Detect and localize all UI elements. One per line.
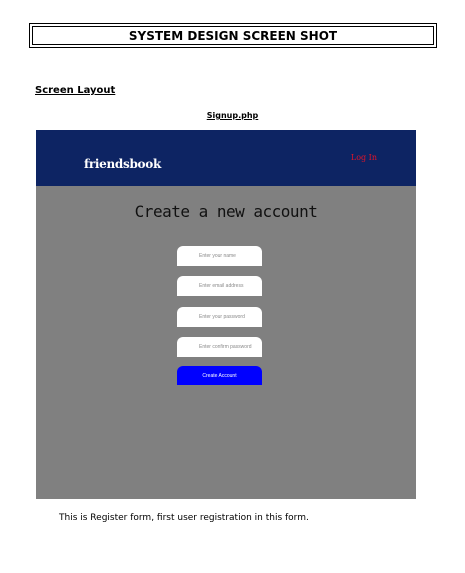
section-heading: Screen Layout xyxy=(35,85,116,96)
file-label: Signup.php xyxy=(206,111,259,120)
name-input[interactable] xyxy=(177,246,262,266)
login-link[interactable]: Log In xyxy=(351,153,377,162)
create-account-button[interactable]: Create Account xyxy=(177,366,262,385)
document-title-box: SYSTEM DESIGN SCREEN SHOT xyxy=(29,23,437,48)
confirm-password-input[interactable] xyxy=(177,337,262,357)
signup-screenshot: friendsbook Log In Create a new account … xyxy=(36,130,416,499)
form-heading: Create a new account xyxy=(134,202,318,221)
figure-caption: This is Register form, first user regist… xyxy=(59,513,309,523)
navbar: friendsbook Log In xyxy=(36,130,416,186)
document-title: SYSTEM DESIGN SCREEN SHOT xyxy=(32,26,434,45)
email-input[interactable] xyxy=(177,276,262,296)
brand-logo: friendsbook xyxy=(84,157,161,171)
password-input[interactable] xyxy=(177,307,262,327)
